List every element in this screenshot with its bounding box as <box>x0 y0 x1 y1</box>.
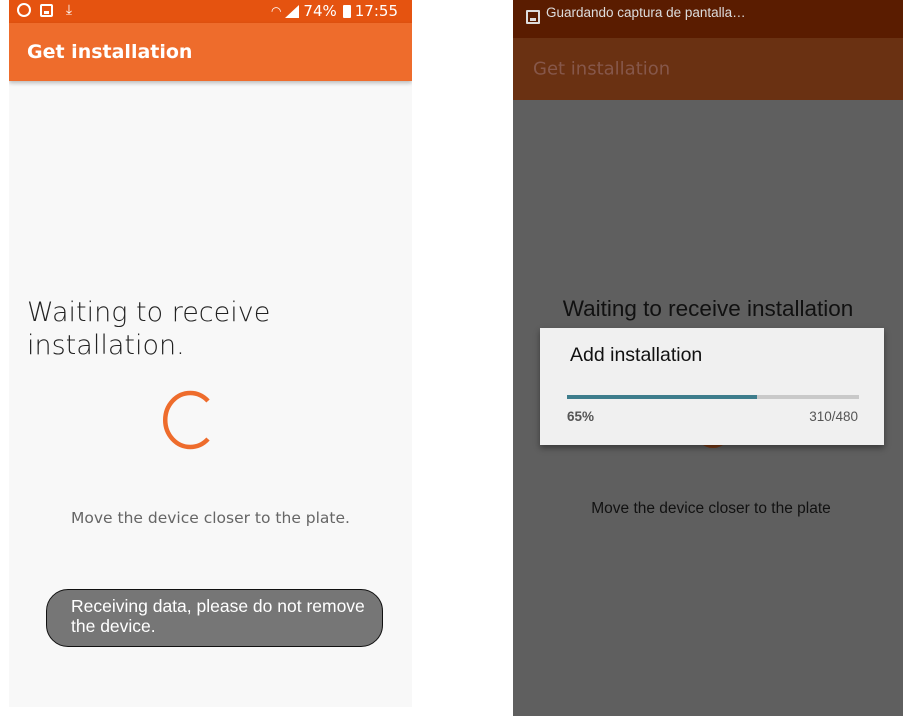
left-phone-screen: ⤓ ◠ 74% 17:55 Get installation Waiting t… <box>9 0 412 707</box>
notification-text: Guardando captura de pantalla… <box>546 5 746 20</box>
wifi-icon: ◠ <box>270 4 282 18</box>
page-title: Get installation <box>27 41 193 63</box>
hint-text: Move the device closer to the plate <box>591 500 831 517</box>
hint-text: Move the device closer to the plate. <box>71 509 350 527</box>
dialog-title: Add installation <box>570 344 703 366</box>
progress-dialog: Add installation 65% 310/480 <box>540 328 884 445</box>
image-icon <box>40 3 53 17</box>
status-bar-notification: Guardando captura de pantalla… <box>513 0 903 38</box>
battery-icon <box>342 4 351 18</box>
screenshot-icon <box>526 10 540 24</box>
progress-count: 310/480 <box>809 409 858 424</box>
right-phone-screen: Guardando captura de pantalla… Get insta… <box>513 0 903 716</box>
app-bar: Get installation <box>9 23 412 81</box>
signal-icon <box>285 4 300 18</box>
battery-percent: 74% <box>303 2 337 20</box>
clock: 17:55 <box>354 2 398 20</box>
progress-bar <box>567 395 859 399</box>
whatsapp-icon <box>17 3 31 17</box>
spinner-icon <box>162 390 210 450</box>
waiting-message: Waiting to receive installation <box>562 296 854 321</box>
progress-fill <box>567 395 757 399</box>
waiting-message: Waiting to receive installation. <box>27 297 271 361</box>
page-title: Get installation <box>533 58 671 80</box>
app-bar: Get installation <box>513 38 903 100</box>
download-icon: ⤓ <box>65 2 73 18</box>
status-bar: ⤓ ◠ 74% 17:55 <box>9 0 412 23</box>
progress-percent: 65% <box>567 409 595 424</box>
toast-message: Receiving data, please do not remove the… <box>46 589 383 647</box>
